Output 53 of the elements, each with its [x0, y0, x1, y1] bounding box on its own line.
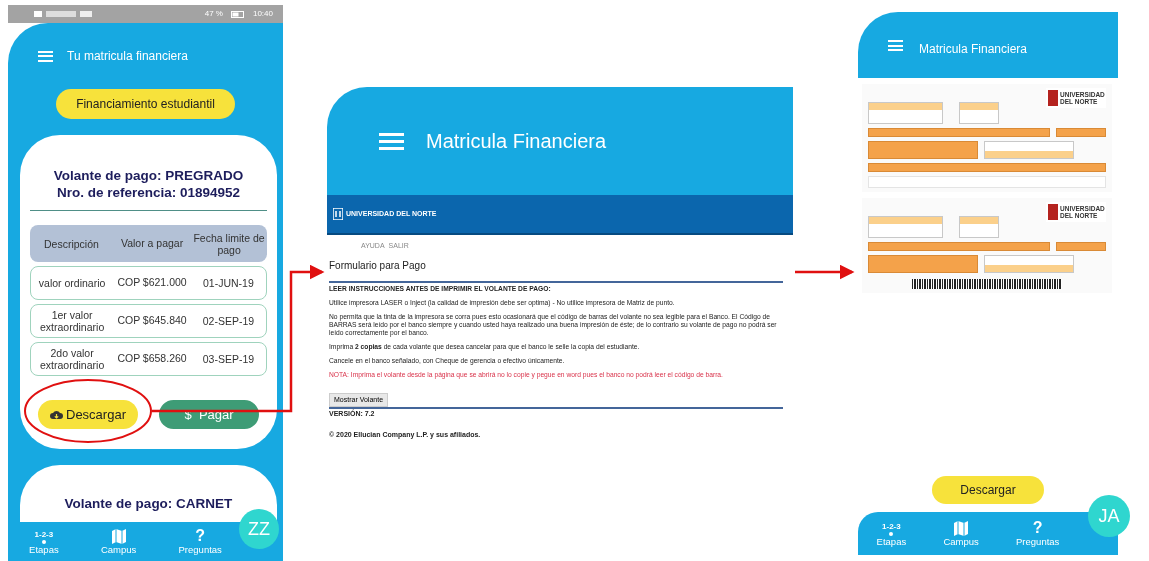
- clock-time: 10:40: [252, 8, 273, 20]
- table-cell-text: valor ordinario: [37, 277, 107, 289]
- download-button[interactable]: Descargar: [932, 476, 1044, 504]
- financing-button[interactable]: Financiamiento estudiantil: [56, 89, 235, 119]
- card-title: Volante de pago: CARNET: [63, 495, 234, 512]
- screen-title: Tu matricula financiera: [67, 48, 188, 65]
- battery-percent: 47 %: [204, 8, 223, 20]
- voucher-field: [1056, 128, 1106, 137]
- flow-arrow: [795, 264, 855, 280]
- screen-title: Matricula Financiera: [426, 129, 607, 154]
- table-cell-text: 02-SEP-19: [201, 315, 256, 327]
- column-header: Descripción: [43, 237, 100, 250]
- dot-icon: [41, 539, 46, 544]
- avatar-circle[interactable]: JA: [1088, 495, 1130, 537]
- status-icons-icon: [34, 10, 94, 18]
- voucher-table: [959, 102, 999, 124]
- download-button[interactable]: Descargar: [38, 400, 138, 429]
- menu-icon[interactable]: [38, 50, 53, 62]
- question-mark-icon: ?: [1032, 520, 1043, 536]
- reference-number: Nro. de referencia: 01894952: [55, 184, 242, 201]
- menu-icon[interactable]: [379, 132, 404, 150]
- steps-icon: 1-2-3: [882, 520, 901, 532]
- voucher-field: [1056, 242, 1106, 251]
- nav-label[interactable]: Etapas: [29, 543, 59, 555]
- dot-icon: [889, 531, 894, 536]
- screen-title: Matricula Financiera: [919, 41, 1028, 58]
- table-cell-text: 03-SEP-19: [201, 353, 256, 365]
- cloud-download-icon: [50, 409, 63, 420]
- shield-icon: [1048, 90, 1058, 106]
- university-logo-icon: [333, 208, 343, 220]
- nav-label[interactable]: Campus: [943, 535, 979, 547]
- map-icon: [953, 520, 970, 536]
- battery-icon: [230, 10, 245, 18]
- nav-label[interactable]: Campus: [100, 543, 137, 555]
- column-header: Fecha limite de pago: [192, 231, 266, 256]
- voucher-table: [959, 216, 999, 238]
- table-cell-text: 01-JUN-19: [202, 277, 255, 289]
- nav-label[interactable]: Preguntas: [178, 544, 222, 555]
- nav-label[interactable]: Preguntas: [1016, 536, 1060, 547]
- form-title: Formulario para Pago: [329, 258, 427, 273]
- map-icon: [110, 528, 127, 544]
- shield-icon: [1048, 204, 1058, 220]
- menu-icon[interactable]: [888, 40, 903, 51]
- question-mark-icon: ?: [195, 528, 206, 544]
- column-header: Valor a pagar: [119, 235, 185, 251]
- table-cell-text: COP $621.000: [116, 275, 188, 291]
- table-cell-text: COP $645.840: [116, 313, 188, 329]
- steps-icon: 1-2-3: [34, 528, 54, 540]
- card-title: Volante de pago: PREGRADO: [52, 167, 245, 184]
- table-cell-text: 2do valor extraordinario: [39, 347, 106, 371]
- table-cell-text: 1er valor extraordinario: [39, 309, 106, 333]
- nav-label[interactable]: Etapas: [876, 535, 907, 547]
- table-cell-text: COP $658.260: [116, 351, 188, 367]
